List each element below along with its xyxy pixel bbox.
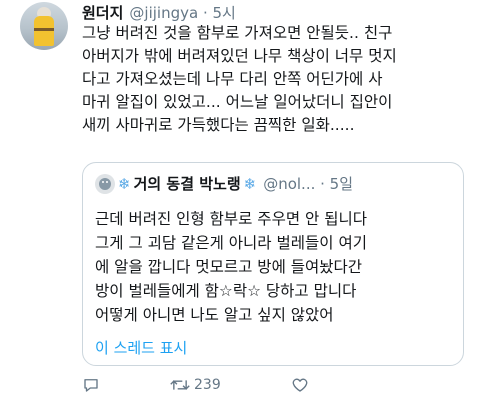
tweet-text: 그냥 버려진 것을 함부로 가져오면 안될듯.. 친구 아버지가 밖에 버려져있… — [82, 24, 397, 134]
quoted-tweet-text: 근데 버려진 인형 함부로 주우면 안 됩니다 그게 그 괴담 같은게 아니라 … — [95, 210, 367, 324]
snowflake-icon: ❄ — [118, 174, 131, 193]
tweet: 원더지 @jijingya · 5시 그냥 버려진 것을 함부로 가져오면 안될… — [0, 0, 480, 412]
tweet-actions: 239 — [82, 376, 379, 394]
show-thread-link[interactable]: 이 스레드 표시 — [95, 337, 187, 358]
heart-icon — [292, 378, 308, 392]
quoted-author-name: 거의 동결 박노랭 — [133, 175, 241, 193]
reply-icon — [84, 379, 98, 392]
quoted-tweet[interactable]: ❄ 거의 동결 박노랭 ❄ @nol... · 5일 근데 버려진 인형 함부로… — [82, 162, 464, 366]
retweet-icon — [170, 380, 190, 390]
avatar-figure-stripe — [34, 28, 54, 31]
quoted-avatar — [95, 173, 115, 194]
author-name[interactable]: 원더지 — [82, 2, 123, 23]
reply-button[interactable] — [82, 376, 100, 394]
author-avatar[interactable] — [20, 2, 68, 50]
author-handle-time[interactable]: @jijingya · 5시 — [129, 2, 235, 23]
snowflake-icon: ❄ — [243, 174, 257, 193]
avatar-figure-body — [34, 16, 54, 46]
retweet-button[interactable]: 239 — [170, 376, 221, 394]
quoted-author-handle-time: @nol... · 5일 — [263, 175, 354, 193]
like-button[interactable] — [291, 376, 309, 394]
retweet-count: 239 — [194, 377, 221, 393]
tweet-header: 원더지 @jijingya · 5시 — [82, 2, 236, 24]
quoted-tweet-header: ❄ 거의 동결 박노랭 ❄ @nol... · 5일 — [95, 173, 353, 194]
